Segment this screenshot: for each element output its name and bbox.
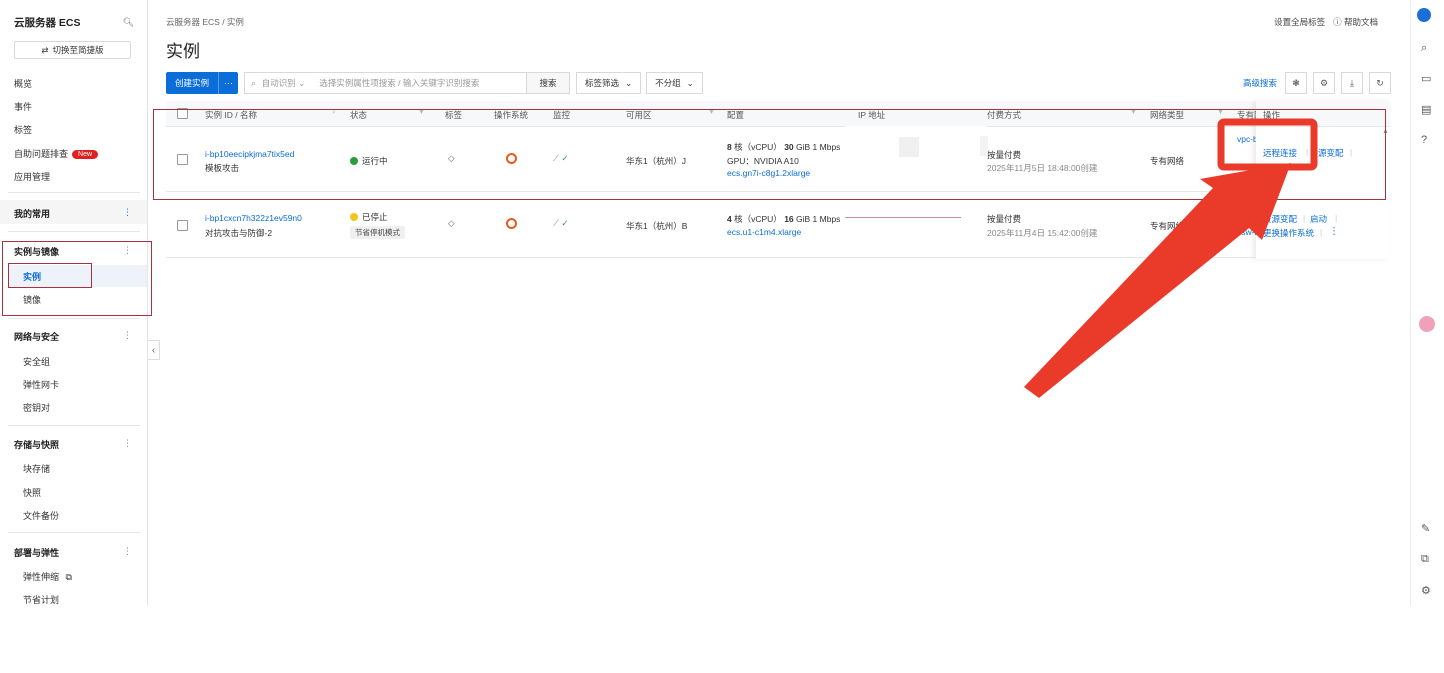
share-icon[interactable]: ⧉ bbox=[1421, 553, 1429, 566]
annotation-overlay bbox=[1024, 118, 1318, 398]
search-icon[interactable]: ⌕ bbox=[1421, 42, 1427, 55]
red-arrow-icon bbox=[1024, 163, 1291, 398]
console-icon[interactable]: ▭ bbox=[1421, 72, 1431, 85]
gear-icon[interactable]: ⚙ bbox=[1421, 584, 1431, 597]
right-toolbar: ⌕ ▭ ▤ ? ✎ ⧉ ⚙ bbox=[1410, 0, 1444, 606]
document-icon[interactable]: ▤ bbox=[1421, 103, 1431, 116]
bottom-blank bbox=[0, 606, 1444, 673]
help-icon[interactable]: ? bbox=[1421, 134, 1427, 146]
assistant-icon[interactable] bbox=[1417, 8, 1431, 22]
feedback-icon[interactable]: ✎ bbox=[1421, 522, 1430, 535]
highlight-box-remote-connect bbox=[1217, 118, 1318, 171]
avatar[interactable] bbox=[1419, 316, 1435, 332]
